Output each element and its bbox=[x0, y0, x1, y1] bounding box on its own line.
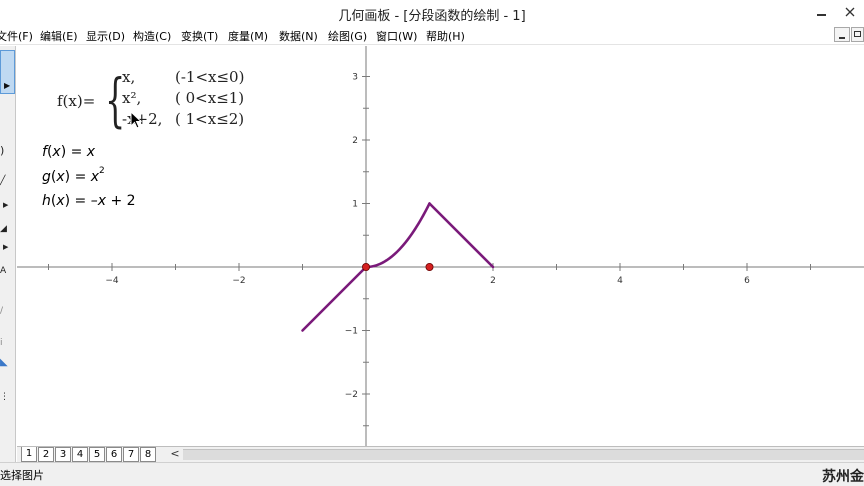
arrow-tool[interactable]: ▶ bbox=[0, 50, 15, 94]
line-submenu-icon[interactable]: ▶ bbox=[3, 198, 18, 212]
x-tick-label: 2 bbox=[490, 276, 496, 286]
menu-file[interactable]: 文件(F) bbox=[0, 28, 33, 44]
piecewise-formula-image[interactable]: f(x)= { x, (-1<x≤0) x², ( 0<x≤1) -x+2, (… bbox=[57, 66, 267, 132]
status-bar: 选择图片 苏州金 bbox=[0, 462, 864, 486]
formula-case-cond: ( 1<x≤2) bbox=[175, 110, 245, 128]
page-tab[interactable]: 3 bbox=[55, 447, 71, 462]
marker-tool-icon[interactable]: / bbox=[0, 304, 15, 318]
text-tool-icon[interactable]: A bbox=[0, 264, 15, 278]
y-tick-label: 3 bbox=[352, 73, 358, 83]
graph-point[interactable] bbox=[361, 262, 370, 271]
function-f-curve bbox=[301, 265, 368, 332]
window-title: 几何画板 - [分段函数的绘制 - 1] bbox=[338, 9, 526, 24]
x-tick-label: −2 bbox=[232, 276, 245, 286]
formula-case-cond: ( 0<x≤1) bbox=[175, 89, 245, 107]
menu-help[interactable]: 帮助(H) bbox=[426, 28, 465, 44]
custom-tool-icon[interactable]: ◣ bbox=[0, 356, 15, 370]
y-tick-label: −1 bbox=[345, 327, 358, 337]
tab-scroll-left-button[interactable]: < bbox=[169, 448, 181, 461]
x-tick-label: 6 bbox=[744, 276, 750, 286]
formula-case-expr: x², bbox=[122, 89, 142, 107]
formula-lhs: f(x)= bbox=[57, 92, 96, 110]
info-tool-icon[interactable]: i bbox=[0, 336, 15, 350]
menu-transform[interactable]: 变换(T) bbox=[181, 28, 218, 44]
watermark: 苏州金 bbox=[822, 469, 864, 485]
function-g-curve bbox=[364, 202, 431, 269]
y-tick-label: 1 bbox=[352, 200, 358, 210]
page-tab[interactable]: 1 bbox=[21, 447, 37, 462]
y-tick-label: 2 bbox=[352, 136, 358, 146]
menu-graph[interactable]: 绘图(G) bbox=[328, 28, 367, 44]
menu-construct[interactable]: 构造(C) bbox=[133, 28, 171, 44]
mouse-cursor-icon bbox=[130, 111, 143, 129]
animation-tool-icon[interactable]: ⋮ bbox=[0, 390, 15, 404]
document-restore-button[interactable] bbox=[851, 27, 864, 42]
page-tab[interactable]: 6 bbox=[106, 447, 122, 462]
function-h-curve bbox=[428, 202, 495, 269]
function-label-f[interactable]: f(x) = x bbox=[42, 144, 95, 160]
compass-tool-icon[interactable]: ) bbox=[0, 144, 15, 158]
menu-measure[interactable]: 度量(M) bbox=[228, 28, 268, 44]
graph-point[interactable] bbox=[425, 262, 434, 271]
sketch-canvas[interactable]: −4 −2 2 4 6 3 2 1 −1 −2 f(x)= { x, (-1<x≤0) x², (… bbox=[17, 46, 864, 446]
menu-edit[interactable]: 编辑(E) bbox=[40, 28, 78, 44]
menu-bar: 文件(F) 编辑(E) 显示(D) 构造(C) 变换(T) 度量(M) 数据(N… bbox=[0, 26, 864, 45]
page-tab[interactable]: 7 bbox=[123, 447, 139, 462]
line-tool-icon[interactable]: ╱ bbox=[0, 174, 15, 188]
document-minimize-button[interactable] bbox=[834, 27, 850, 42]
function-label-h[interactable]: h(x) = –x + 2 bbox=[42, 193, 136, 209]
x-tick-label: 4 bbox=[617, 276, 623, 286]
polygon-tool-icon[interactable]: ◢ bbox=[0, 222, 15, 236]
y-tick-label: −2 bbox=[345, 390, 358, 400]
close-button[interactable] bbox=[836, 2, 864, 22]
formula-case-cond: (-1<x≤0) bbox=[175, 68, 245, 86]
title-bar: 几何画板 - [分段函数的绘制 - 1] bbox=[0, 0, 864, 26]
menu-display[interactable]: 显示(D) bbox=[86, 28, 125, 44]
x-tick-label: −4 bbox=[105, 276, 119, 286]
menu-window[interactable]: 窗口(W) bbox=[376, 28, 417, 44]
page-tab[interactable]: 4 bbox=[72, 447, 88, 462]
page-tab[interactable]: 8 bbox=[140, 447, 156, 462]
formula-case-expr: x, bbox=[122, 68, 136, 86]
minimize-button[interactable] bbox=[808, 2, 834, 22]
function-label-g[interactable]: g(x) = x2 bbox=[42, 166, 105, 185]
submenu-triangle-icon: ▶ bbox=[4, 81, 11, 90]
toolbox: ▶ ) ╱ ▶ ◢ ▶ A / i ◣ ⋮ bbox=[0, 46, 16, 462]
horizontal-scrollbar[interactable] bbox=[183, 449, 864, 460]
status-text: 选择图片 bbox=[0, 469, 44, 482]
page-tab[interactable]: 5 bbox=[89, 447, 105, 462]
polygon-submenu-icon[interactable]: ▶ bbox=[3, 240, 18, 254]
page-tab-bar: 1 2 3 4 5 6 7 8 < bbox=[17, 446, 864, 462]
page-tab[interactable]: 2 bbox=[38, 447, 54, 462]
menu-number[interactable]: 数据(N) bbox=[279, 28, 318, 44]
